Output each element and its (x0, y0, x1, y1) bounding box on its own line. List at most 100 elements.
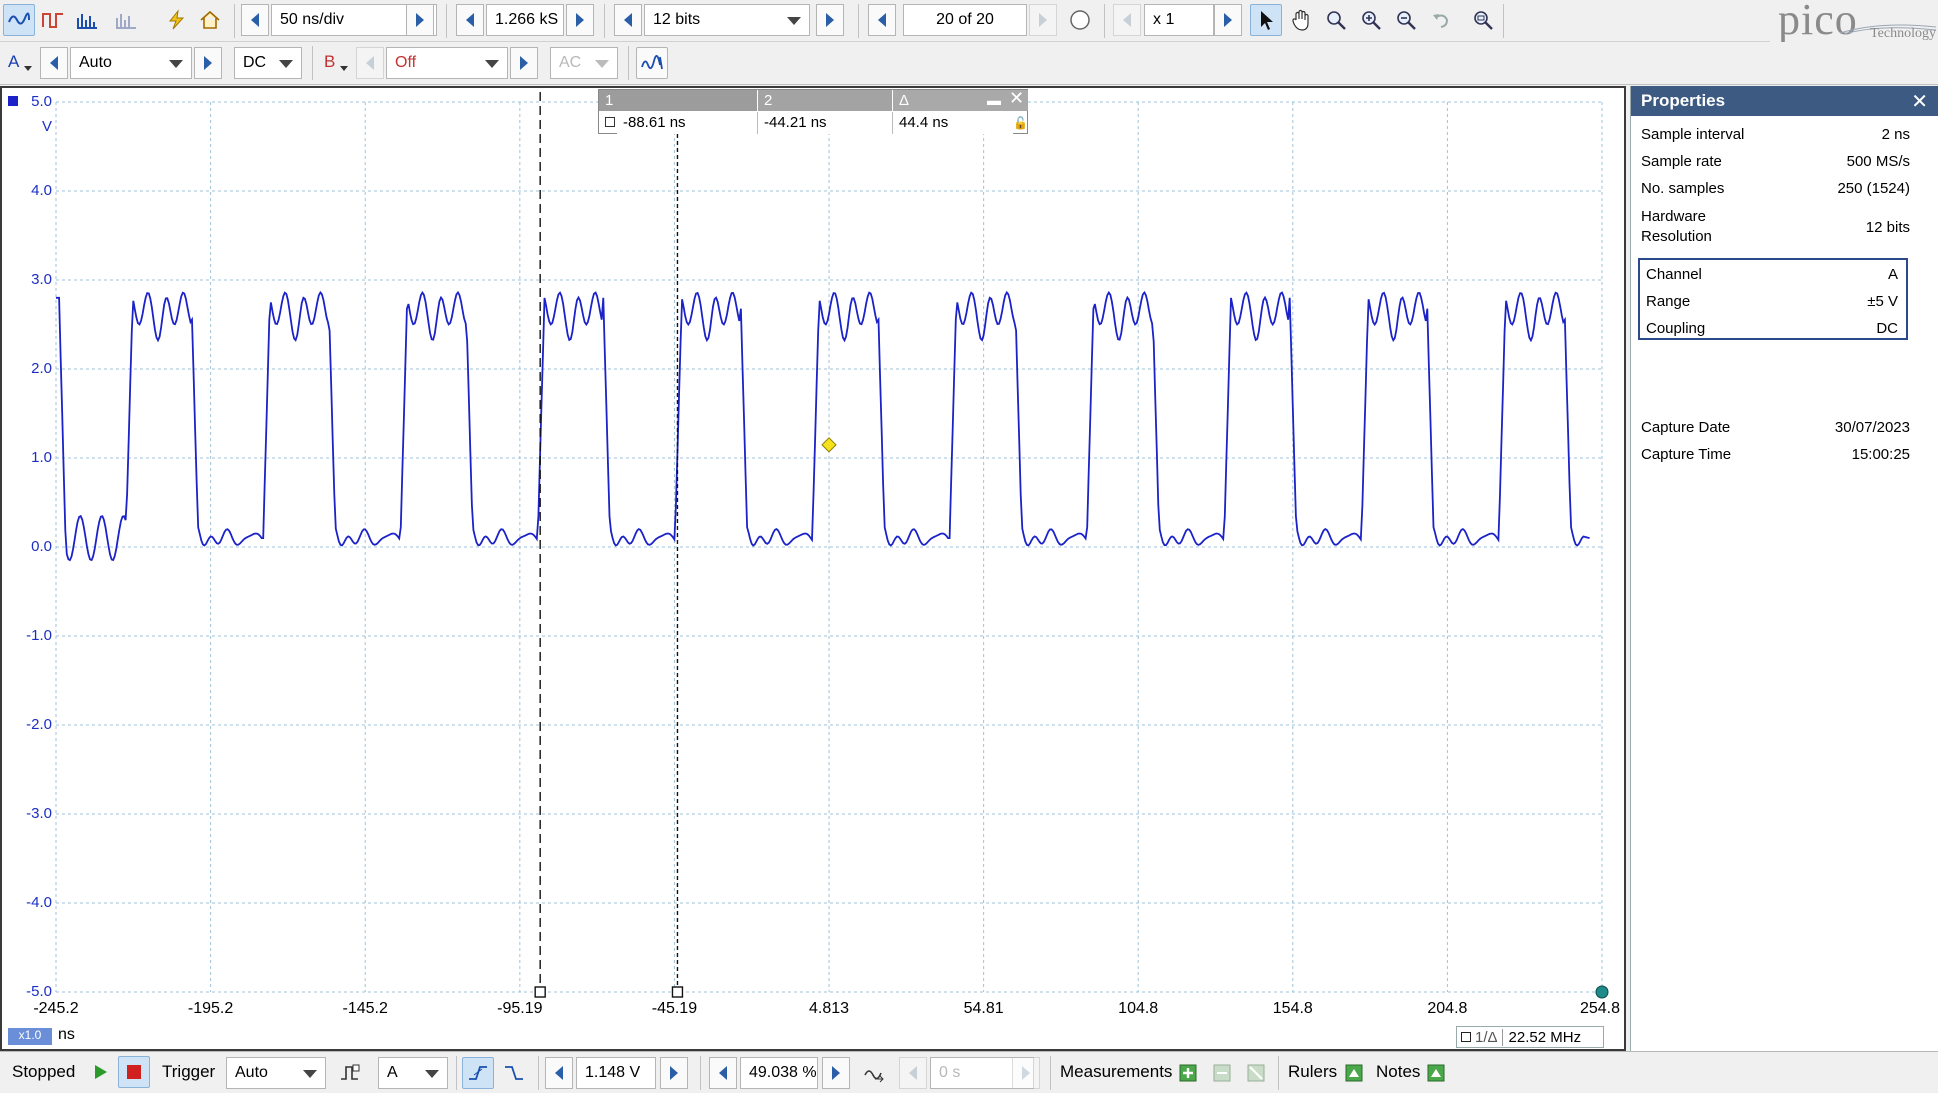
x-tick-label: 54.81 (963, 1000, 1004, 1017)
channel-a-options-icon[interactable] (24, 66, 32, 71)
lock-icon[interactable]: 🔓 (1013, 116, 1028, 130)
samples-value: 1.266 kS (495, 11, 559, 28)
minimize-icon[interactable]: ▬ (987, 92, 1001, 108)
close-icon[interactable]: ✕ (1009, 88, 1024, 109)
buffer-value: 20 of 20 (936, 11, 994, 28)
waveform-plot[interactable] (2, 88, 1624, 1049)
channel-properties-box: Channel A Range ±5 V Coupling DC (1638, 258, 1908, 340)
ruler-delta-value: 44.4 ns (893, 112, 1013, 134)
home-icon[interactable] (194, 4, 226, 36)
start-icon[interactable] (84, 1056, 116, 1088)
delay-prev-button[interactable] (899, 1057, 927, 1089)
property-row: Range ±5 V (1646, 293, 1898, 310)
buffer-prev-button[interactable] (868, 4, 896, 36)
channel-b-range-value: Off (395, 54, 417, 71)
y-tick-label: 4.0 (31, 182, 52, 199)
channel-a-range-select[interactable]: Auto (70, 47, 192, 79)
y-tick-label: 0.0 (31, 538, 52, 555)
resolution-select[interactable]: 12 bits (644, 4, 810, 36)
property-row: No. samples 250 (1524) (1641, 180, 1910, 197)
samples-field[interactable]: 1.266 kS (486, 4, 564, 36)
pretrigger-field[interactable]: 49.038 % (740, 1057, 818, 1089)
pointer-tool-icon[interactable] (1250, 4, 1282, 36)
ruler-1-header: 1 (599, 90, 757, 111)
x-tick-label: 204.8 (1427, 1000, 1468, 1017)
compass-icon[interactable] (1064, 4, 1096, 36)
hand-tool-icon[interactable] (1285, 4, 1317, 36)
channel-b-range-prev-button[interactable] (356, 47, 384, 79)
axis-end-handle[interactable] (1595, 985, 1609, 999)
edit-measurement-icon[interactable] (1206, 1057, 1238, 1089)
signal-generator-icon[interactable] (160, 4, 192, 36)
trigger-level-next-button[interactable] (660, 1057, 688, 1089)
advanced-trigger-icon[interactable] (334, 1057, 366, 1089)
resolution-next-button[interactable] (816, 4, 844, 36)
add-measurement-icon[interactable] (1172, 1057, 1204, 1089)
timebase-prev-button[interactable] (241, 4, 269, 36)
channel-options-icon[interactable] (636, 47, 668, 79)
ruler-delta-header: Δ (893, 90, 1028, 111)
math-channels-icon[interactable] (110, 4, 142, 36)
y-tick-label: -3.0 (26, 805, 52, 822)
rulers-label: Rulers (1288, 1062, 1338, 1081)
channel-a-coupling-select[interactable]: DC (234, 47, 302, 79)
channel-b-options-icon[interactable] (340, 66, 348, 71)
channel-b-coupling-value: AC (559, 54, 582, 71)
x-tick-label: 104.8 (1118, 1000, 1159, 1017)
trigger-mode-select[interactable]: Auto (226, 1057, 326, 1089)
zoom-factor-field[interactable]: x 1 (1144, 4, 1214, 36)
samples-next-button[interactable] (566, 4, 594, 36)
zoom-in-icon[interactable] (1355, 4, 1387, 36)
falling-edge-icon[interactable] (498, 1057, 530, 1089)
pretrigger-next-button[interactable] (822, 1057, 850, 1089)
trigger-marker[interactable] (821, 437, 837, 453)
zoom-out-icon[interactable] (1390, 4, 1422, 36)
channel-b-coupling-select[interactable]: AC (550, 47, 618, 79)
buffer-navigator[interactable]: 20 of 20 (903, 4, 1027, 36)
channel-a-trace (56, 290, 1590, 562)
rulers-icon[interactable] (1338, 1057, 1370, 1089)
delay-next-button[interactable] (1012, 1057, 1040, 1089)
channel-b-label[interactable]: B (324, 52, 335, 72)
ruler-readout-panel[interactable]: 1 2 Δ ▬ ✕ -88.61 ns -44.21 ns 44.4 ns 🔓 (598, 88, 1028, 134)
timebase-next-button[interactable] (406, 4, 434, 36)
buffer-next-button[interactable] (1029, 4, 1057, 36)
trigger-level-field[interactable]: 1.148 V (576, 1057, 656, 1089)
ruler-handle-2[interactable] (671, 986, 684, 998)
channel-a-range-prev-button[interactable] (40, 47, 68, 79)
y-tick-label: -4.0 (26, 894, 52, 911)
spectrum-mode-icon[interactable] (71, 4, 103, 36)
zoom-next-button[interactable] (1214, 4, 1242, 36)
notes-icon[interactable] (1420, 1057, 1452, 1089)
trigger-source-select[interactable]: A (378, 1057, 448, 1089)
close-properties-icon[interactable]: ✕ (1911, 89, 1928, 114)
persistence-mode-icon[interactable] (37, 4, 69, 36)
ruler-2-value: -44.21 ns (758, 112, 893, 134)
resolution-prev-button[interactable] (614, 4, 642, 36)
rising-edge-icon[interactable] (462, 1057, 494, 1089)
channel-a-label[interactable]: A (8, 52, 19, 72)
channel-b-range-select[interactable]: Off (386, 47, 508, 79)
stop-icon[interactable] (118, 1056, 150, 1088)
zoom-overview-icon[interactable] (1467, 4, 1499, 36)
x-axis-unit: ns (58, 1026, 75, 1043)
zoom-prev-button[interactable] (1113, 4, 1141, 36)
zoom-region-icon[interactable] (1320, 4, 1352, 36)
pretrigger-prev-button[interactable] (709, 1057, 737, 1089)
undo-zoom-icon[interactable] (1425, 4, 1457, 36)
notes-label: Notes (1376, 1062, 1421, 1081)
scope-mode-icon[interactable] (3, 4, 35, 36)
x-tick-label: -145.2 (342, 1000, 388, 1017)
ruler-handle-1[interactable] (534, 986, 546, 998)
properties-panel: Properties ✕ Sample interval 2 ns Sample … (1630, 86, 1938, 1051)
trigger-level-prev-button[interactable] (545, 1057, 573, 1089)
delay-mode-icon[interactable] (858, 1057, 890, 1089)
property-row: Sample interval 2 ns (1641, 126, 1910, 143)
scope-view[interactable]: V 5.0 4.0 3.0 2.0 1.0 0.0 -1.0 -2.0 -3.0 -4.0 -5.0… (0, 86, 1626, 1051)
samples-prev-button[interactable] (456, 4, 484, 36)
channel-a-range-next-button[interactable] (194, 47, 222, 79)
x-tick-label: -95.19 (497, 1000, 543, 1017)
x-tick-label: 4.813 (809, 1000, 850, 1017)
delete-measurement-icon[interactable] (1240, 1057, 1272, 1089)
channel-b-range-next-button[interactable] (510, 47, 538, 79)
